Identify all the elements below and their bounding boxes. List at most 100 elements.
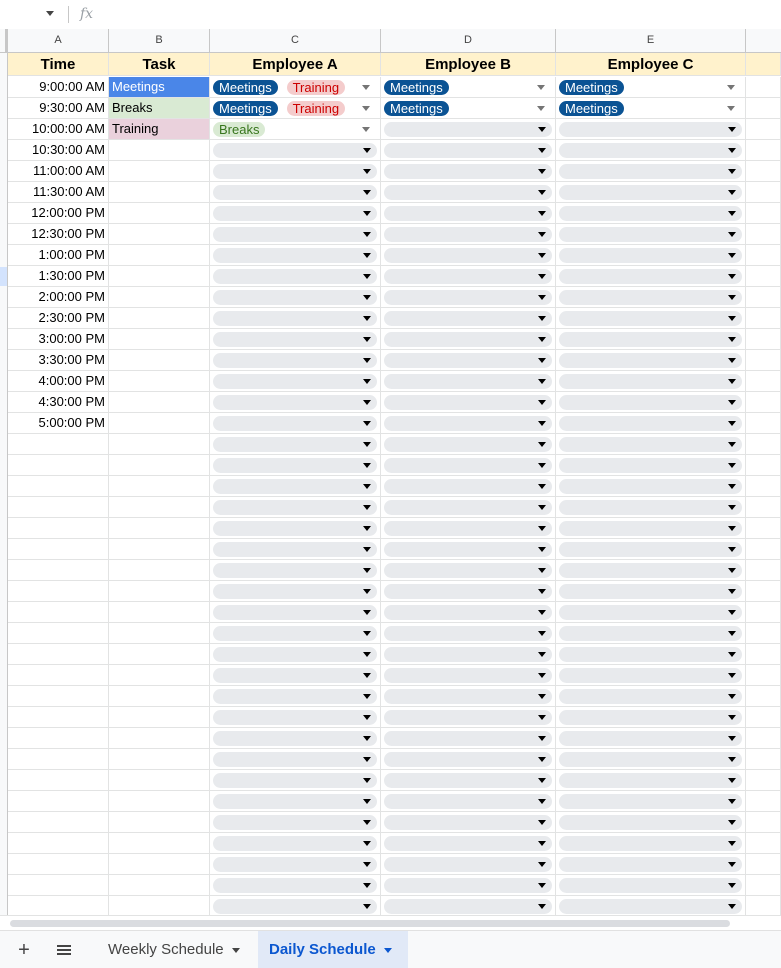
chevron-down-icon[interactable] (363, 526, 371, 531)
empty-cell[interactable] (746, 560, 781, 581)
dropdown-chip-empty[interactable] (559, 878, 742, 893)
empty-cell[interactable] (746, 770, 781, 791)
dropdown-chip-empty[interactable] (213, 395, 377, 410)
empty-cell[interactable] (746, 812, 781, 833)
empty-cell[interactable] (746, 581, 781, 602)
chevron-down-icon[interactable] (363, 757, 371, 762)
dropdown-chip-empty[interactable] (384, 542, 552, 557)
chevron-down-icon[interactable] (363, 421, 371, 426)
empty-cell[interactable] (746, 245, 781, 266)
dropdown-chip-empty[interactable] (559, 437, 742, 452)
task-cell[interactable] (109, 413, 210, 434)
empty-cell[interactable] (746, 602, 781, 623)
chevron-down-icon[interactable] (363, 799, 371, 804)
dropdown-chip-empty[interactable] (559, 479, 742, 494)
dropdown-chip-empty[interactable] (384, 668, 552, 683)
dropdown-chip-empty[interactable] (559, 500, 742, 515)
chevron-down-icon[interactable] (363, 778, 371, 783)
task-cell[interactable] (109, 539, 210, 560)
chevron-down-icon[interactable] (538, 190, 546, 195)
task-cell[interactable] (109, 497, 210, 518)
dropdown-cell[interactable]: Meetings (381, 77, 556, 98)
dropdown-cell[interactable] (381, 623, 556, 644)
chevron-down-icon[interactable] (363, 190, 371, 195)
dropdown-chip-empty[interactable] (559, 164, 742, 179)
chevron-down-icon[interactable] (728, 232, 736, 237)
dropdown-chip-empty[interactable] (213, 164, 377, 179)
chevron-down-icon[interactable] (538, 589, 546, 594)
task-cell[interactable] (109, 224, 210, 245)
chevron-down-icon[interactable] (728, 673, 736, 678)
dropdown-chip-empty[interactable] (384, 899, 552, 914)
dropdown-chip-empty[interactable] (213, 878, 377, 893)
chevron-down-icon[interactable] (363, 316, 371, 321)
chevron-down-icon[interactable] (363, 148, 371, 153)
chevron-down-icon[interactable] (363, 463, 371, 468)
task-cell[interactable]: Breaks (109, 98, 210, 119)
task-cell[interactable] (109, 140, 210, 161)
task-cell[interactable] (109, 644, 210, 665)
time-cell[interactable] (8, 770, 109, 791)
chevron-down-icon[interactable] (538, 904, 546, 909)
dropdown-chip-empty[interactable] (384, 836, 552, 851)
dropdown-cell[interactable] (556, 203, 746, 224)
chevron-down-icon[interactable] (538, 148, 546, 153)
chevron-down-icon[interactable] (538, 232, 546, 237)
time-cell[interactable] (8, 686, 109, 707)
dropdown-cell[interactable] (381, 455, 556, 476)
dropdown-cell[interactable] (210, 371, 381, 392)
time-cell[interactable]: 10:00:00 AM (8, 119, 109, 140)
dropdown-cell[interactable] (210, 203, 381, 224)
dropdown-chip-empty[interactable] (384, 164, 552, 179)
chevron-down-icon[interactable] (538, 253, 546, 258)
chevron-down-icon[interactable] (363, 505, 371, 510)
dropdown-cell[interactable] (210, 854, 381, 875)
dropdown-chip-empty[interactable] (213, 416, 377, 431)
header-empty-cell[interactable] (746, 53, 781, 76)
chevron-down-icon[interactable] (728, 211, 736, 216)
dropdown-chip-empty[interactable] (384, 185, 552, 200)
dropdown-cell[interactable] (381, 119, 556, 140)
chevron-down-icon[interactable] (538, 169, 546, 174)
dropdown-chip-empty[interactable] (213, 521, 377, 536)
dropdown-chip-empty[interactable] (559, 185, 742, 200)
empty-cell[interactable] (746, 77, 781, 98)
dropdown-cell[interactable] (556, 287, 746, 308)
dropdown-chip-empty[interactable] (213, 647, 377, 662)
dropdown-cell[interactable] (381, 287, 556, 308)
dropdown-chip-empty[interactable] (213, 836, 377, 851)
dropdown-cell[interactable] (381, 686, 556, 707)
dropdown-chip-empty[interactable] (559, 290, 742, 305)
dropdown-chip-empty[interactable] (384, 227, 552, 242)
task-cell[interactable]: Meetings (109, 77, 210, 98)
dropdown-chip-empty[interactable] (384, 269, 552, 284)
time-cell[interactable] (8, 434, 109, 455)
dropdown-cell[interactable] (381, 245, 556, 266)
dropdown-cell[interactable] (381, 371, 556, 392)
chevron-down-icon[interactable] (728, 253, 736, 258)
task-cell[interactable] (109, 728, 210, 749)
dropdown-chip-empty[interactable] (384, 626, 552, 641)
task-cell[interactable] (109, 707, 210, 728)
dropdown-cell[interactable] (210, 140, 381, 161)
dropdown-chip-empty[interactable] (213, 185, 377, 200)
dropdown-chip-empty[interactable] (559, 521, 742, 536)
dropdown-cell[interactable] (210, 665, 381, 686)
time-cell[interactable] (8, 455, 109, 476)
time-cell[interactable]: 11:30:00 AM (8, 182, 109, 203)
dropdown-chip-empty[interactable] (213, 752, 377, 767)
dropdown-cell[interactable] (556, 371, 746, 392)
chevron-down-icon[interactable] (728, 757, 736, 762)
chevron-down-icon[interactable] (363, 274, 371, 279)
task-cell[interactable] (109, 371, 210, 392)
empty-cell[interactable] (746, 413, 781, 434)
dropdown-chip-empty[interactable] (559, 374, 742, 389)
dropdown-chip-empty[interactable] (213, 626, 377, 641)
dropdown-chip-empty[interactable] (213, 290, 377, 305)
dropdown-chip-empty[interactable] (384, 815, 552, 830)
dropdown-chip-empty[interactable] (213, 206, 377, 221)
dropdown-chip-empty[interactable] (213, 773, 377, 788)
select-all-corner[interactable] (0, 29, 8, 52)
chevron-down-icon[interactable] (728, 820, 736, 825)
chevron-down-icon[interactable] (538, 673, 546, 678)
